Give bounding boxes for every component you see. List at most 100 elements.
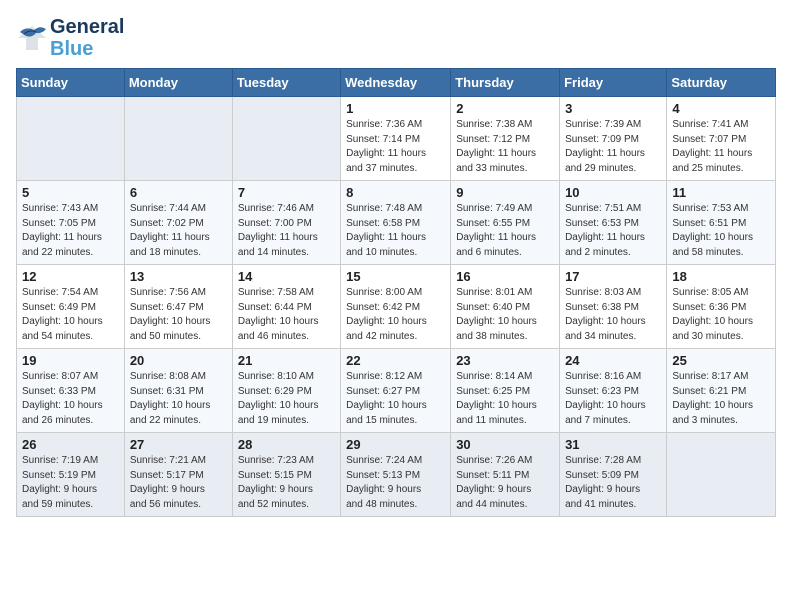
day-number: 14 <box>238 269 335 284</box>
day-info: Sunrise: 7:51 AM Sunset: 6:53 PM Dayligh… <box>565 202 661 260</box>
calendar-cell: 11 Sunrise: 7:53 AM Sunset: 6:51 PM Dayli… <box>667 181 776 265</box>
calendar-table: SundayMondayTuesdayWednesdayThursdayFrid… <box>16 68 776 517</box>
day-info: Sunrise: 8:14 AM Sunset: 6:25 PM Dayligh… <box>456 370 554 428</box>
calendar-week-row: 12 Sunrise: 7:54 AM Sunset: 6:49 PM Dayli… <box>17 265 776 349</box>
day-number: 3 <box>565 101 661 116</box>
day-number: 5 <box>22 185 119 200</box>
calendar-cell: 9Sunrise: 7:49 AM Sunset: 6:55 PM Daylig… <box>451 181 560 265</box>
weekday-header: Friday <box>560 69 667 97</box>
day-number: 13 <box>130 269 227 284</box>
weekday-header: Saturday <box>667 69 776 97</box>
day-number: 24 <box>565 353 661 368</box>
calendar-cell <box>667 433 776 517</box>
calendar-cell <box>17 97 125 181</box>
weekday-header: Tuesday <box>232 69 340 97</box>
day-info: Sunrise: 7:49 AM Sunset: 6:55 PM Dayligh… <box>456 202 554 260</box>
calendar-cell: 18 Sunrise: 8:05 AM Sunset: 6:36 PM Dayli… <box>667 265 776 349</box>
calendar-cell: 29 Sunrise: 7:24 AM Sunset: 5:13 PM Dayli… <box>341 433 451 517</box>
day-number: 23 <box>456 353 554 368</box>
calendar-cell: 3Sunrise: 7:39 AM Sunset: 7:09 PM Daylig… <box>560 97 667 181</box>
day-number: 28 <box>238 437 335 452</box>
day-number: 17 <box>565 269 661 284</box>
weekday-header: Sunday <box>17 69 125 97</box>
day-info: Sunrise: 7:53 AM Sunset: 6:51 PM Dayligh… <box>672 202 770 260</box>
day-info: Sunrise: 8:03 AM Sunset: 6:38 PM Dayligh… <box>565 286 661 344</box>
calendar-cell: 16Sunrise: 8:01 AM Sunset: 6:40 PM Dayli… <box>451 265 560 349</box>
day-number: 7 <box>238 185 335 200</box>
day-number: 27 <box>130 437 227 452</box>
day-info: Sunrise: 7:41 AM Sunset: 7:07 PM Dayligh… <box>672 118 770 176</box>
day-number: 25 <box>672 353 770 368</box>
calendar-cell: 8Sunrise: 7:48 AM Sunset: 6:58 PM Daylig… <box>341 181 451 265</box>
calendar-week-row: 26 Sunrise: 7:19 AM Sunset: 5:19 PM Dayli… <box>17 433 776 517</box>
day-number: 26 <box>22 437 119 452</box>
day-number: 1 <box>346 101 445 116</box>
calendar-cell: 26 Sunrise: 7:19 AM Sunset: 5:19 PM Dayli… <box>17 433 125 517</box>
day-info: Sunrise: 7:58 AM Sunset: 6:44 PM Dayligh… <box>238 286 335 344</box>
calendar-cell: 20Sunrise: 8:08 AM Sunset: 6:31 PM Dayli… <box>124 349 232 433</box>
calendar-cell: 19 Sunrise: 8:07 AM Sunset: 6:33 PM Dayli… <box>17 349 125 433</box>
day-number: 6 <box>130 185 227 200</box>
day-number: 22 <box>346 353 445 368</box>
day-number: 16 <box>456 269 554 284</box>
weekday-header-row: SundayMondayTuesdayWednesdayThursdayFrid… <box>17 69 776 97</box>
day-info: Sunrise: 7:46 AM Sunset: 7:00 PM Dayligh… <box>238 202 335 260</box>
logo-line1: General <box>50 16 124 38</box>
day-number: 18 <box>672 269 770 284</box>
calendar-cell: 27Sunrise: 7:21 AM Sunset: 5:17 PM Dayli… <box>124 433 232 517</box>
calendar-cell: 13Sunrise: 7:56 AM Sunset: 6:47 PM Dayli… <box>124 265 232 349</box>
day-info: Sunrise: 7:26 AM Sunset: 5:11 PM Dayligh… <box>456 454 554 512</box>
calendar-cell: 5 Sunrise: 7:43 AM Sunset: 7:05 PM Daylig… <box>17 181 125 265</box>
calendar-cell: 21 Sunrise: 8:10 AM Sunset: 6:29 PM Dayli… <box>232 349 340 433</box>
day-number: 21 <box>238 353 335 368</box>
calendar-cell: 12 Sunrise: 7:54 AM Sunset: 6:49 PM Dayli… <box>17 265 125 349</box>
day-number: 11 <box>672 185 770 200</box>
day-info: Sunrise: 7:36 AM Sunset: 7:14 PM Dayligh… <box>346 118 445 176</box>
day-number: 30 <box>456 437 554 452</box>
day-info: Sunrise: 7:28 AM Sunset: 5:09 PM Dayligh… <box>565 454 661 512</box>
day-number: 12 <box>22 269 119 284</box>
day-info: Sunrise: 8:16 AM Sunset: 6:23 PM Dayligh… <box>565 370 661 428</box>
day-info: Sunrise: 7:48 AM Sunset: 6:58 PM Dayligh… <box>346 202 445 260</box>
day-number: 29 <box>346 437 445 452</box>
calendar-cell: 17 Sunrise: 8:03 AM Sunset: 6:38 PM Dayli… <box>560 265 667 349</box>
calendar-cell: 23 Sunrise: 8:14 AM Sunset: 6:25 PM Dayli… <box>451 349 560 433</box>
calendar-cell: 28 Sunrise: 7:23 AM Sunset: 5:15 PM Dayli… <box>232 433 340 517</box>
calendar-cell: 24 Sunrise: 8:16 AM Sunset: 6:23 PM Dayli… <box>560 349 667 433</box>
calendar-cell: 6 Sunrise: 7:44 AM Sunset: 7:02 PM Daylig… <box>124 181 232 265</box>
logo-line2: Blue <box>50 38 124 60</box>
day-number: 19 <box>22 353 119 368</box>
day-info: Sunrise: 8:07 AM Sunset: 6:33 PM Dayligh… <box>22 370 119 428</box>
weekday-header: Wednesday <box>341 69 451 97</box>
day-number: 2 <box>456 101 554 116</box>
calendar-week-row: 5 Sunrise: 7:43 AM Sunset: 7:05 PM Daylig… <box>17 181 776 265</box>
day-info: Sunrise: 7:23 AM Sunset: 5:15 PM Dayligh… <box>238 454 335 512</box>
calendar-cell: 14 Sunrise: 7:58 AM Sunset: 6:44 PM Dayli… <box>232 265 340 349</box>
day-info: Sunrise: 8:17 AM Sunset: 6:21 PM Dayligh… <box>672 370 770 428</box>
logo-icon <box>16 24 48 52</box>
day-number: 31 <box>565 437 661 452</box>
calendar-cell: 25 Sunrise: 8:17 AM Sunset: 6:21 PM Dayli… <box>667 349 776 433</box>
calendar-cell: 30 Sunrise: 7:26 AM Sunset: 5:11 PM Dayli… <box>451 433 560 517</box>
day-info: Sunrise: 7:38 AM Sunset: 7:12 PM Dayligh… <box>456 118 554 176</box>
calendar-cell <box>124 97 232 181</box>
weekday-header: Monday <box>124 69 232 97</box>
calendar-week-row: 1 Sunrise: 7:36 AM Sunset: 7:14 PM Daylig… <box>17 97 776 181</box>
calendar-cell: 10Sunrise: 7:51 AM Sunset: 6:53 PM Dayli… <box>560 181 667 265</box>
day-number: 15 <box>346 269 445 284</box>
day-info: Sunrise: 7:44 AM Sunset: 7:02 PM Dayligh… <box>130 202 227 260</box>
day-info: Sunrise: 8:05 AM Sunset: 6:36 PM Dayligh… <box>672 286 770 344</box>
day-info: Sunrise: 7:19 AM Sunset: 5:19 PM Dayligh… <box>22 454 119 512</box>
day-number: 4 <box>672 101 770 116</box>
day-info: Sunrise: 8:10 AM Sunset: 6:29 PM Dayligh… <box>238 370 335 428</box>
calendar-cell: 4 Sunrise: 7:41 AM Sunset: 7:07 PM Daylig… <box>667 97 776 181</box>
weekday-header: Thursday <box>451 69 560 97</box>
day-info: Sunrise: 8:08 AM Sunset: 6:31 PM Dayligh… <box>130 370 227 428</box>
day-info: Sunrise: 8:12 AM Sunset: 6:27 PM Dayligh… <box>346 370 445 428</box>
day-info: Sunrise: 7:54 AM Sunset: 6:49 PM Dayligh… <box>22 286 119 344</box>
day-info: Sunrise: 7:43 AM Sunset: 7:05 PM Dayligh… <box>22 202 119 260</box>
calendar-cell <box>232 97 340 181</box>
day-info: Sunrise: 7:24 AM Sunset: 5:13 PM Dayligh… <box>346 454 445 512</box>
calendar-week-row: 19 Sunrise: 8:07 AM Sunset: 6:33 PM Dayli… <box>17 349 776 433</box>
day-info: Sunrise: 8:00 AM Sunset: 6:42 PM Dayligh… <box>346 286 445 344</box>
